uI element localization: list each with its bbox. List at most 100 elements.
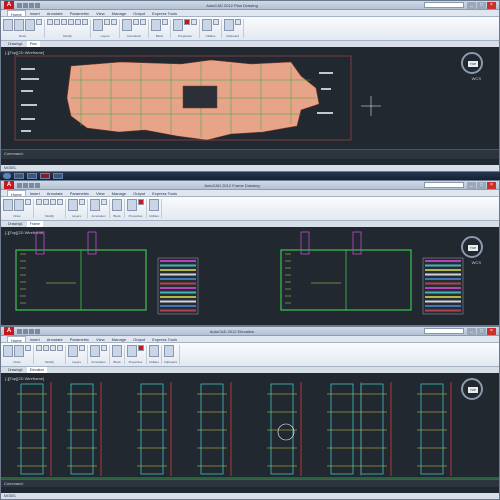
taskbar-app-browser-icon[interactable] [27, 173, 37, 179]
minimize-button[interactable]: _ [467, 181, 476, 189]
save-icon[interactable] [29, 182, 34, 188]
minimize-button[interactable]: _ [467, 327, 476, 335]
viewcube[interactable]: TOP [461, 378, 483, 400]
tab-parametric[interactable]: Parametric [67, 336, 92, 342]
save-icon[interactable] [29, 328, 34, 334]
file-tab-plan[interactable]: Plan [26, 41, 40, 47]
line-tool-icon[interactable] [3, 345, 13, 357]
close-button[interactable]: × [487, 327, 496, 335]
tab-insert[interactable]: Insert [27, 336, 43, 342]
polyline-tool-icon[interactable] [14, 345, 24, 357]
text-tool-icon[interactable] [90, 199, 100, 211]
command-line[interactable]: Command: [1, 479, 499, 487]
move-tool-icon[interactable] [36, 199, 42, 205]
tab-view[interactable]: View [93, 10, 108, 16]
tab-express-tools[interactable]: Express Tools [149, 10, 180, 16]
rotate-tool-icon[interactable] [61, 19, 67, 25]
move-tool-icon[interactable] [36, 345, 42, 351]
tab-annotate[interactable]: Annotate [44, 190, 66, 196]
maximize-button[interactable]: □ [477, 1, 486, 9]
polyline-tool-icon[interactable] [14, 19, 24, 31]
paste-icon[interactable] [224, 19, 234, 31]
measure-icon[interactable] [149, 345, 159, 357]
layer-icon[interactable] [79, 345, 85, 351]
close-button[interactable]: × [487, 1, 496, 9]
tab-parametric[interactable]: Parametric [67, 10, 92, 16]
layer-icon[interactable] [104, 19, 110, 25]
wcs-menu[interactable]: WCS [472, 260, 481, 265]
open-icon[interactable] [23, 328, 28, 334]
tab-view[interactable]: View [93, 336, 108, 342]
layer-properties-icon[interactable] [68, 199, 78, 211]
tab-insert[interactable]: Insert [27, 190, 43, 196]
insert-block-icon[interactable] [112, 345, 122, 357]
tab-manage[interactable]: Manage [109, 336, 129, 342]
tab-manage[interactable]: Manage [109, 10, 129, 16]
command-line[interactable]: Command: [1, 149, 499, 159]
search-input[interactable] [424, 182, 464, 188]
color-icon[interactable] [184, 19, 190, 25]
maximize-button[interactable]: □ [477, 327, 486, 335]
line-tool-icon[interactable] [3, 19, 13, 31]
file-tab-drawing1[interactable]: Drawing1 [5, 221, 26, 227]
taskbar-app-explorer-icon[interactable] [14, 173, 24, 179]
tab-output[interactable]: Output [130, 190, 148, 196]
color-icon[interactable] [138, 345, 144, 351]
model-space-label[interactable]: MODEL [4, 166, 16, 170]
rotate-tool-icon[interactable] [50, 199, 56, 205]
wcs-menu[interactable]: WCS [472, 76, 481, 81]
insert-block-icon[interactable] [151, 19, 161, 31]
create-block-icon[interactable] [162, 19, 168, 25]
insert-block-icon[interactable] [112, 199, 122, 211]
match-properties-icon[interactable] [127, 345, 137, 357]
tab-view[interactable]: View [93, 190, 108, 196]
undo-icon[interactable] [35, 182, 40, 188]
open-icon[interactable] [23, 182, 28, 188]
tab-home[interactable]: Home [7, 10, 26, 17]
file-tab-elevation[interactable]: Elevation [26, 367, 48, 373]
tab-annotate[interactable]: Annotate [44, 336, 66, 342]
measure-icon[interactable] [202, 19, 212, 31]
trim-tool-icon[interactable] [57, 345, 63, 351]
maximize-button[interactable]: □ [477, 181, 486, 189]
layer-freeze-icon[interactable] [111, 19, 117, 25]
dimension-tool-icon[interactable] [101, 199, 107, 205]
minimize-button[interactable]: _ [467, 1, 476, 9]
linetype-icon[interactable] [191, 19, 197, 25]
mirror-tool-icon[interactable] [68, 19, 74, 25]
polyline-tool-icon[interactable] [14, 199, 24, 211]
taskbar-app-autocad-icon[interactable] [40, 173, 50, 179]
dimension-tool-icon[interactable] [101, 345, 107, 351]
text-tool-icon[interactable] [90, 345, 100, 357]
file-tab-frame[interactable]: Frame [26, 221, 43, 227]
fillet-tool-icon[interactable] [82, 19, 88, 25]
file-tab-drawing1[interactable]: Drawing1 [5, 367, 26, 373]
copy-clip-icon[interactable] [235, 19, 241, 25]
new-icon[interactable] [17, 328, 22, 334]
rotate-tool-icon[interactable] [50, 345, 56, 351]
application-menu-button[interactable]: A [4, 1, 14, 9]
tab-annotate[interactable]: Annotate [44, 10, 66, 16]
open-icon[interactable] [23, 2, 28, 8]
tab-home[interactable]: Home [7, 336, 26, 343]
undo-icon[interactable] [35, 2, 40, 8]
search-input[interactable] [424, 2, 464, 8]
application-menu-button[interactable]: A [4, 327, 14, 335]
measure-icon[interactable] [149, 199, 159, 211]
taskbar-app-folder-icon[interactable] [53, 173, 63, 179]
tab-output[interactable]: Output [130, 10, 148, 16]
layer-properties-icon[interactable] [68, 345, 78, 357]
layer-properties-icon[interactable] [93, 19, 103, 31]
dimension-tool-icon[interactable] [133, 19, 139, 25]
save-icon[interactable] [29, 2, 34, 8]
search-input[interactable] [424, 328, 464, 334]
drawing-canvas[interactable]: [-][Top][2D Wireframe] TOP WCS [1, 228, 499, 325]
tab-express-tools[interactable]: Express Tools [149, 336, 180, 342]
tab-parametric[interactable]: Parametric [67, 190, 92, 196]
drawing-canvas[interactable]: [-][Top][2D Wireframe] TOP [1, 374, 499, 485]
copy-tool-icon[interactable] [43, 345, 49, 351]
tab-manage[interactable]: Manage [109, 190, 129, 196]
viewcube[interactable]: TOP [461, 52, 483, 74]
model-space-label[interactable]: MODEL [4, 494, 16, 498]
tab-express-tools[interactable]: Express Tools [149, 190, 180, 196]
